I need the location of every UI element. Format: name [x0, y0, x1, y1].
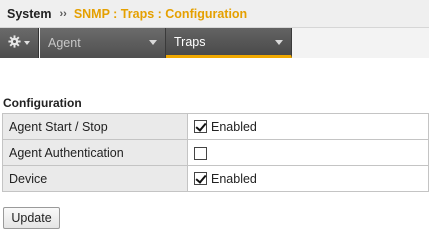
row-label: Device — [2, 165, 188, 192]
agent-start-stop-checkbox[interactable] — [194, 120, 207, 134]
breadcrumb: SNMP : Traps : Configuration — [73, 6, 248, 21]
tab-agent-label: Agent — [48, 36, 81, 50]
row-value — [187, 139, 429, 166]
row-label: Agent Authentication — [2, 139, 188, 166]
tab-traps[interactable]: Traps — [166, 28, 292, 58]
tab-traps-label: Traps — [174, 34, 206, 49]
settings-menu-button[interactable] — [0, 28, 39, 58]
row-label: Agent Start / Stop — [2, 113, 188, 140]
section-title: Configuration — [3, 96, 82, 110]
chevron-down-icon — [149, 40, 157, 45]
agent-authentication-checkbox[interactable] — [194, 146, 207, 160]
row-value: Enabled — [187, 165, 429, 192]
table-row: Agent Authentication — [2, 139, 429, 166]
table-row: Agent Start / Stop Enabled — [2, 113, 429, 140]
device-checkbox[interactable] — [194, 172, 207, 186]
configuration-table: Agent Start / Stop Enabled Agent Authent… — [2, 113, 429, 192]
system-label[interactable]: System — [7, 7, 51, 21]
update-button[interactable]: Update — [3, 207, 60, 229]
checkbox-label: Enabled — [211, 171, 257, 186]
tab-agent[interactable]: Agent — [40, 28, 166, 58]
gear-icon — [8, 35, 21, 51]
menu-bar: Agent Traps — [0, 28, 429, 58]
breadcrumb-separator: ›› — [59, 7, 67, 20]
title-bar: System ›› SNMP : Traps : Configuration — [0, 0, 429, 28]
table-row: Device Enabled — [2, 165, 429, 192]
chevron-down-icon — [275, 40, 283, 45]
checkbox-label: Enabled — [211, 119, 257, 134]
row-value: Enabled — [187, 113, 429, 140]
chevron-down-icon — [24, 41, 30, 45]
